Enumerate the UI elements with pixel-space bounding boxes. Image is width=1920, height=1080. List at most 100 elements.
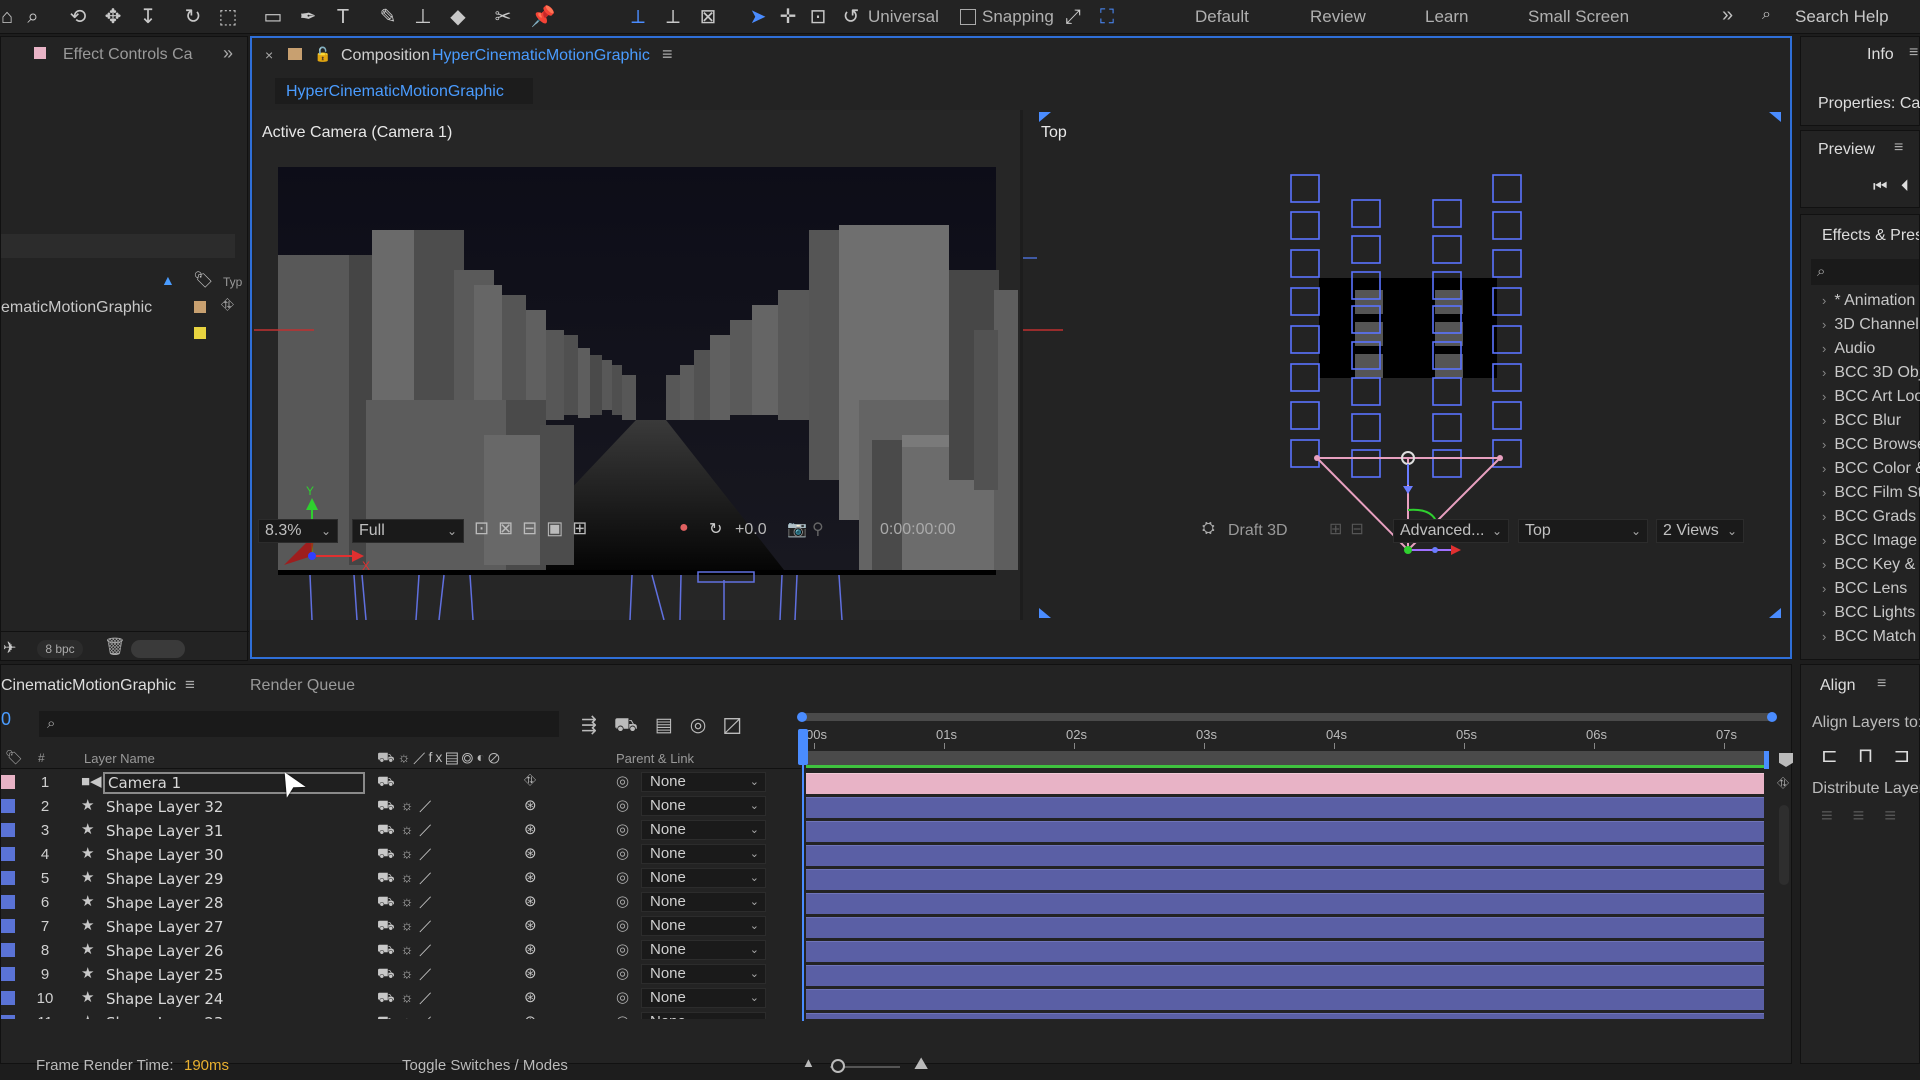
timeline-menu-icon[interactable]: ≡ <box>185 675 195 695</box>
timeline-switch-icons[interactable]: ⇶⛟▤◎⧄ <box>581 714 758 739</box>
comp-button-icon[interactable]: ⛗ <box>1777 775 1789 792</box>
chevron-right-icon[interactable]: › <box>1822 557 1826 572</box>
puppet-icon[interactable]: 📌 <box>530 4 556 30</box>
comp-flowchart-tab[interactable]: HyperCinematicMotionGraphic <box>286 83 504 101</box>
shape-layer-bar[interactable] <box>806 869 1764 890</box>
current-time-display[interactable]: 0 <box>1 709 11 730</box>
toggle-switches-modes-button[interactable]: Toggle Switches / Modes <box>402 1057 568 1074</box>
first-frame-icon[interactable]: ⏮ <box>1873 178 1887 196</box>
time-ruler[interactable]: 00s 01s 02s 03s 04s 05s 06s 07s <box>806 725 1764 749</box>
pan-icon[interactable]: ✥ <box>100 4 126 30</box>
time-navigator[interactable] <box>797 712 1777 722</box>
shape-layer-bar[interactable] <box>806 821 1764 842</box>
shape-layer-bar[interactable] <box>806 845 1764 866</box>
trash-icon[interactable]: 🗑 <box>104 637 126 657</box>
chevron-right-icon[interactable]: › <box>1822 533 1826 548</box>
workspace-default[interactable]: Default <box>1195 7 1249 27</box>
view-options-icons[interactable]: ⊡⊠⊟▣⊞ <box>474 518 596 539</box>
layer-name-header[interactable]: Layer Name <box>84 751 155 766</box>
comp-marker-bin[interactable] <box>1779 753 1793 767</box>
view-layout-dropdown[interactable]: 2 Views ⌄ <box>1656 519 1744 543</box>
chevron-right-icon[interactable]: › <box>1822 629 1826 644</box>
zoom-out-icon[interactable]: ▲ <box>802 1055 815 1070</box>
chevron-right-icon[interactable]: › <box>1822 485 1826 500</box>
select-icon[interactable]: ➤ <box>745 4 771 30</box>
project-search-field[interactable] <box>1 234 235 258</box>
view-axis-icon[interactable]: ⊠ <box>695 4 721 30</box>
effects-presets-tab[interactable]: Effects & Prese <box>1822 227 1919 245</box>
chevron-right-icon[interactable]: › <box>1822 365 1826 380</box>
search-help-field[interactable]: Search Help <box>1795 7 1889 27</box>
axis-mode-label[interactable]: Universal <box>868 7 939 27</box>
snapshot-icon[interactable]: 📷 <box>787 519 807 539</box>
render-queue-tab[interactable]: Render Queue <box>250 677 355 695</box>
project-comp-item[interactable]: ematicMotionGraphic <box>1 299 152 317</box>
timecode-display[interactable]: 0:00:00:00 <box>880 521 956 539</box>
bpc-toggle[interactable]: 8 bpc <box>37 640 83 658</box>
shape-layer-bar[interactable] <box>806 989 1764 1010</box>
effects-category-item[interactable]: › BCC Film Style <box>1822 484 1920 502</box>
pen-icon[interactable]: ✒ <box>295 4 321 30</box>
chevron-right-icon[interactable]: › <box>1822 437 1826 452</box>
shape-layer-bar[interactable] <box>806 1013 1764 1019</box>
shape-layer-bar[interactable] <box>806 797 1764 818</box>
effects-search-field[interactable] <box>1811 259 1919 285</box>
extended-viewer-icons[interactable]: ⊞⊟ <box>1329 519 1372 539</box>
show-snapshot-icon[interactable]: ⚲ <box>812 519 824 539</box>
zoom-icon[interactable]: ⌕ <box>20 4 46 30</box>
roto-icon[interactable]: ✂ <box>490 4 516 30</box>
align-buttons[interactable]: ⊏⊓⊐ <box>1821 743 1920 768</box>
effects-category-item[interactable]: › BCC Image Res <box>1822 532 1920 550</box>
effects-category-item[interactable]: › BCC 3D Objec <box>1822 364 1920 382</box>
chevron-right-icon[interactable]: › <box>1822 509 1826 524</box>
active-camera-view[interactable]: Active Camera (Camera 1) Y X <box>254 110 1023 620</box>
channel-icon[interactable]: ● <box>679 519 689 537</box>
snapping-checkbox[interactable] <box>960 9 976 25</box>
rotate-3d-icon[interactable]: ↺ <box>838 4 864 30</box>
effects-category-item[interactable]: › BCC Browser <box>1822 436 1920 454</box>
close-tab-icon[interactable]: × <box>265 47 273 63</box>
camera-layer-bar[interactable] <box>806 773 1764 794</box>
snap-target-icon[interactable]: ⛶ <box>1094 4 1120 30</box>
eraser-icon[interactable]: ◆ <box>445 4 471 30</box>
reset-exposure-icon[interactable]: ↻ <box>709 519 722 539</box>
text-icon[interactable]: T <box>330 4 356 30</box>
align-tab[interactable]: Align <box>1820 677 1856 695</box>
shape-layer-bar[interactable] <box>806 965 1764 986</box>
exposure-value[interactable]: +0.0 <box>735 521 767 539</box>
zoom-in-icon[interactable]: ⛰ <box>914 1054 928 1074</box>
info-menu-icon[interactable]: ≡ <box>1909 44 1918 62</box>
brush-icon[interactable]: ✎ <box>375 4 401 30</box>
snap-feature-icon[interactable]: ⤢ <box>1060 4 1086 30</box>
info-tab[interactable]: Info <box>1867 46 1894 64</box>
effects-category-item[interactable]: › BCC Key & Ble <box>1822 556 1920 574</box>
dolly-icon[interactable]: ↧ <box>135 4 161 30</box>
layer-search-field[interactable] <box>39 711 559 737</box>
scale-icon[interactable]: ⊡ <box>805 4 831 30</box>
effects-category-item[interactable]: › BCC Grads & T <box>1822 508 1920 526</box>
distribute-buttons[interactable]: ≡≡≡ <box>1821 805 1916 828</box>
lock-icon[interactable]: 🔓 <box>314 46 331 63</box>
timeline-scrollbar[interactable] <box>1779 805 1789 885</box>
prev-frame-icon[interactable]: ⏴ <box>1901 178 1909 196</box>
effects-category-item[interactable]: › 3D Channel <box>1822 316 1919 334</box>
orbit-icon[interactable]: ⟲ <box>65 4 91 30</box>
chevron-right-icon[interactable]: › <box>1822 605 1826 620</box>
label-tag-icon[interactable]: 🏷 <box>193 270 213 290</box>
effects-category-item[interactable]: › BCC Color & T <box>1822 460 1920 478</box>
switches-header-icons[interactable]: ⛟☼⟋fx▤◎◐⊘ <box>377 749 503 768</box>
align-menu-icon[interactable]: ≡ <box>1877 675 1886 693</box>
panel-menu-icon[interactable]: ≡ <box>662 44 673 65</box>
effects-category-item[interactable]: › BCC Blur <box>1822 412 1901 430</box>
chevron-right-icon[interactable]: › <box>1822 581 1826 596</box>
chevron-right-icon[interactable]: › <box>1822 413 1826 428</box>
effects-category-item[interactable]: › BCC Lights <box>1822 604 1915 622</box>
local-axis-icon[interactable]: ⟂ <box>625 4 651 30</box>
timeline-tab[interactable]: CinematicMotionGraphic <box>1 677 176 695</box>
type-column-header[interactable]: Typ <box>223 275 242 289</box>
zoom-slider-handle[interactable] <box>831 1059 845 1073</box>
effects-category-item[interactable]: › Audio <box>1822 340 1875 358</box>
view-dropdown[interactable]: Top ⌄ <box>1518 519 1648 543</box>
zoom-dropdown[interactable]: 8.3% ⌄ <box>258 519 338 543</box>
more-workspaces-icon[interactable]: » <box>1722 4 1733 27</box>
